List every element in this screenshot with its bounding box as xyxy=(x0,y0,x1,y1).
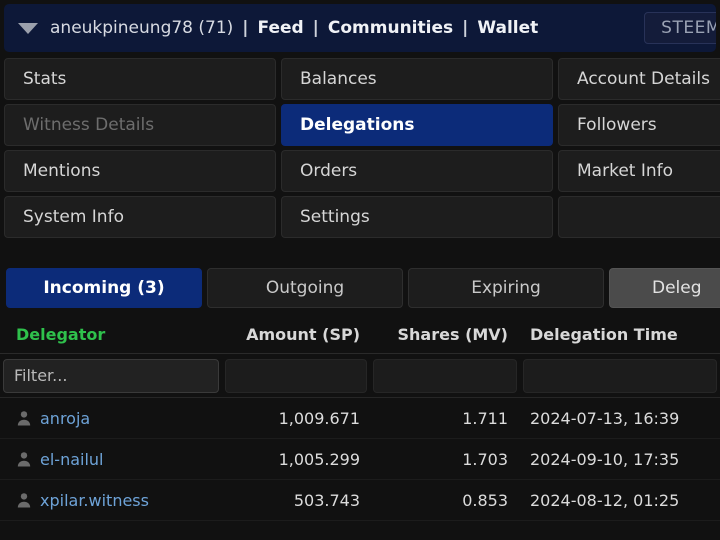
wallet-section-grid: Stats Balances Account Details Witness Deta… xyxy=(4,58,720,238)
header-link-wallet[interactable]: Wallet xyxy=(477,18,538,38)
filter-input-delegator[interactable]: Filter... xyxy=(3,358,219,393)
top-navigation-bar: aneukpineung78 (71) | Feed | Communities… xyxy=(4,4,716,52)
nav-account-details[interactable]: Account Details xyxy=(558,58,720,100)
header-link-feed[interactable]: Feed xyxy=(258,18,304,38)
steem-button[interactable]: STEEM xyxy=(644,12,716,44)
column-header-amount[interactable]: Amount (SP) xyxy=(222,325,370,344)
column-header-delegation-time[interactable]: Delegation Time xyxy=(520,325,720,344)
header-separator-1: | xyxy=(242,18,249,38)
user-icon xyxy=(16,451,32,467)
tab-expiring[interactable]: Expiring xyxy=(408,268,604,308)
filter-cell-delegator: Filter... xyxy=(0,358,222,393)
nav-orders[interactable]: Orders xyxy=(281,150,553,192)
steem-button-label: STEEM xyxy=(661,18,716,38)
cell-amount: 1,005.299 xyxy=(278,449,360,469)
nav-system-info-label: System Info xyxy=(23,207,124,227)
table-header-row: Delegator Amount (SP) Shares (MV) Delega… xyxy=(0,316,720,354)
nav-witness-details[interactable]: Witness Details xyxy=(4,104,276,146)
filter-cell-amount xyxy=(222,358,370,393)
nav-empty xyxy=(558,196,720,238)
nav-balances[interactable]: Balances xyxy=(281,58,553,100)
nav-system-info[interactable]: System Info xyxy=(4,196,276,238)
chevron-down-icon[interactable] xyxy=(18,22,38,34)
cell-delegator: el-nailul xyxy=(0,450,222,469)
nav-mentions-label: Mentions xyxy=(23,161,101,181)
nav-settings-label: Settings xyxy=(300,207,370,227)
column-header-shares[interactable]: Shares (MV) xyxy=(370,325,520,344)
delegation-tab-bar: Incoming (3) Outgoing Expiring Deleg xyxy=(6,268,720,308)
nav-orders-label: Orders xyxy=(300,161,358,181)
cell-delegation-time: 2024-08-12, 01:25 xyxy=(530,490,680,510)
tab-label: Incoming (3) xyxy=(43,278,165,298)
header-separator-2: | xyxy=(312,18,319,38)
table-row[interactable]: xpilar.witness 503.743 0.853 2024-08-12, 01… xyxy=(0,480,720,521)
cell-shares: 1.711 xyxy=(462,408,508,428)
tab-outgoing[interactable]: Outgoing xyxy=(207,268,403,308)
user-icon xyxy=(16,410,32,426)
table-row[interactable]: anroja 1,009.671 1.711 2024-07-13, 16:39 xyxy=(0,398,720,439)
account-name-label[interactable]: aneukpineung78 (71) xyxy=(50,18,233,38)
nav-market-info-label: Market Info xyxy=(577,161,674,181)
nav-market-info[interactable]: Market Info xyxy=(558,150,720,192)
filter-input-time[interactable] xyxy=(523,358,717,393)
column-header-delegator[interactable]: Delegator xyxy=(0,325,222,344)
delegator-link[interactable]: anroja xyxy=(40,409,90,428)
tab-incoming-3[interactable]: Incoming (3) xyxy=(6,268,202,308)
app-root: aneukpineung78 (71) | Feed | Communities… xyxy=(0,0,720,540)
table-row[interactable]: el-nailul 1,005.299 1.703 2024-09-10, 17:35 xyxy=(0,439,720,480)
nav-followers[interactable]: Followers xyxy=(558,104,720,146)
nav-stats[interactable]: Stats xyxy=(4,58,276,100)
filter-cell-time xyxy=(520,358,720,393)
cell-delegator: anroja xyxy=(0,409,222,428)
header-separator-3: | xyxy=(462,18,469,38)
filter-input-amount[interactable] xyxy=(225,358,367,393)
nav-settings[interactable]: Settings xyxy=(281,196,553,238)
delegator-link[interactable]: xpilar.witness xyxy=(40,491,149,510)
filter-cell-shares xyxy=(370,358,520,393)
nav-account-details-label: Account Details xyxy=(577,69,710,89)
cell-delegation-time: 2024-09-10, 17:35 xyxy=(530,449,680,469)
table-body: anroja 1,009.671 1.711 2024-07-13, 16:39 el-… xyxy=(0,398,720,521)
cell-amount: 503.743 xyxy=(293,490,360,510)
nav-delegations-label: Delegations xyxy=(300,115,415,135)
cell-delegator: xpilar.witness xyxy=(0,491,222,510)
tab-deleg[interactable]: Deleg xyxy=(609,268,720,308)
nav-delegations[interactable]: Delegations xyxy=(281,104,553,146)
nav-witness-details-label: Witness Details xyxy=(23,115,155,135)
tab-label: Expiring xyxy=(471,278,541,298)
table-filter-row: Filter... xyxy=(0,354,720,398)
cell-amount: 1,009.671 xyxy=(278,408,360,428)
delegator-link[interactable]: el-nailul xyxy=(40,450,103,469)
nav-balances-label: Balances xyxy=(300,69,377,89)
nav-followers-label: Followers xyxy=(577,115,657,135)
nav-mentions[interactable]: Mentions xyxy=(4,150,276,192)
cell-delegation-time: 2024-07-13, 16:39 xyxy=(530,408,680,428)
cell-shares: 0.853 xyxy=(462,490,508,510)
tab-label: Outgoing xyxy=(265,278,345,298)
user-icon xyxy=(16,492,32,508)
header-link-communities[interactable]: Communities xyxy=(328,18,453,38)
nav-stats-label: Stats xyxy=(23,69,67,89)
cell-shares: 1.703 xyxy=(462,449,508,469)
filter-input-shares[interactable] xyxy=(373,358,517,393)
tab-label: Deleg xyxy=(652,278,702,298)
delegations-table: Delegator Amount (SP) Shares (MV) Delega… xyxy=(0,316,720,521)
